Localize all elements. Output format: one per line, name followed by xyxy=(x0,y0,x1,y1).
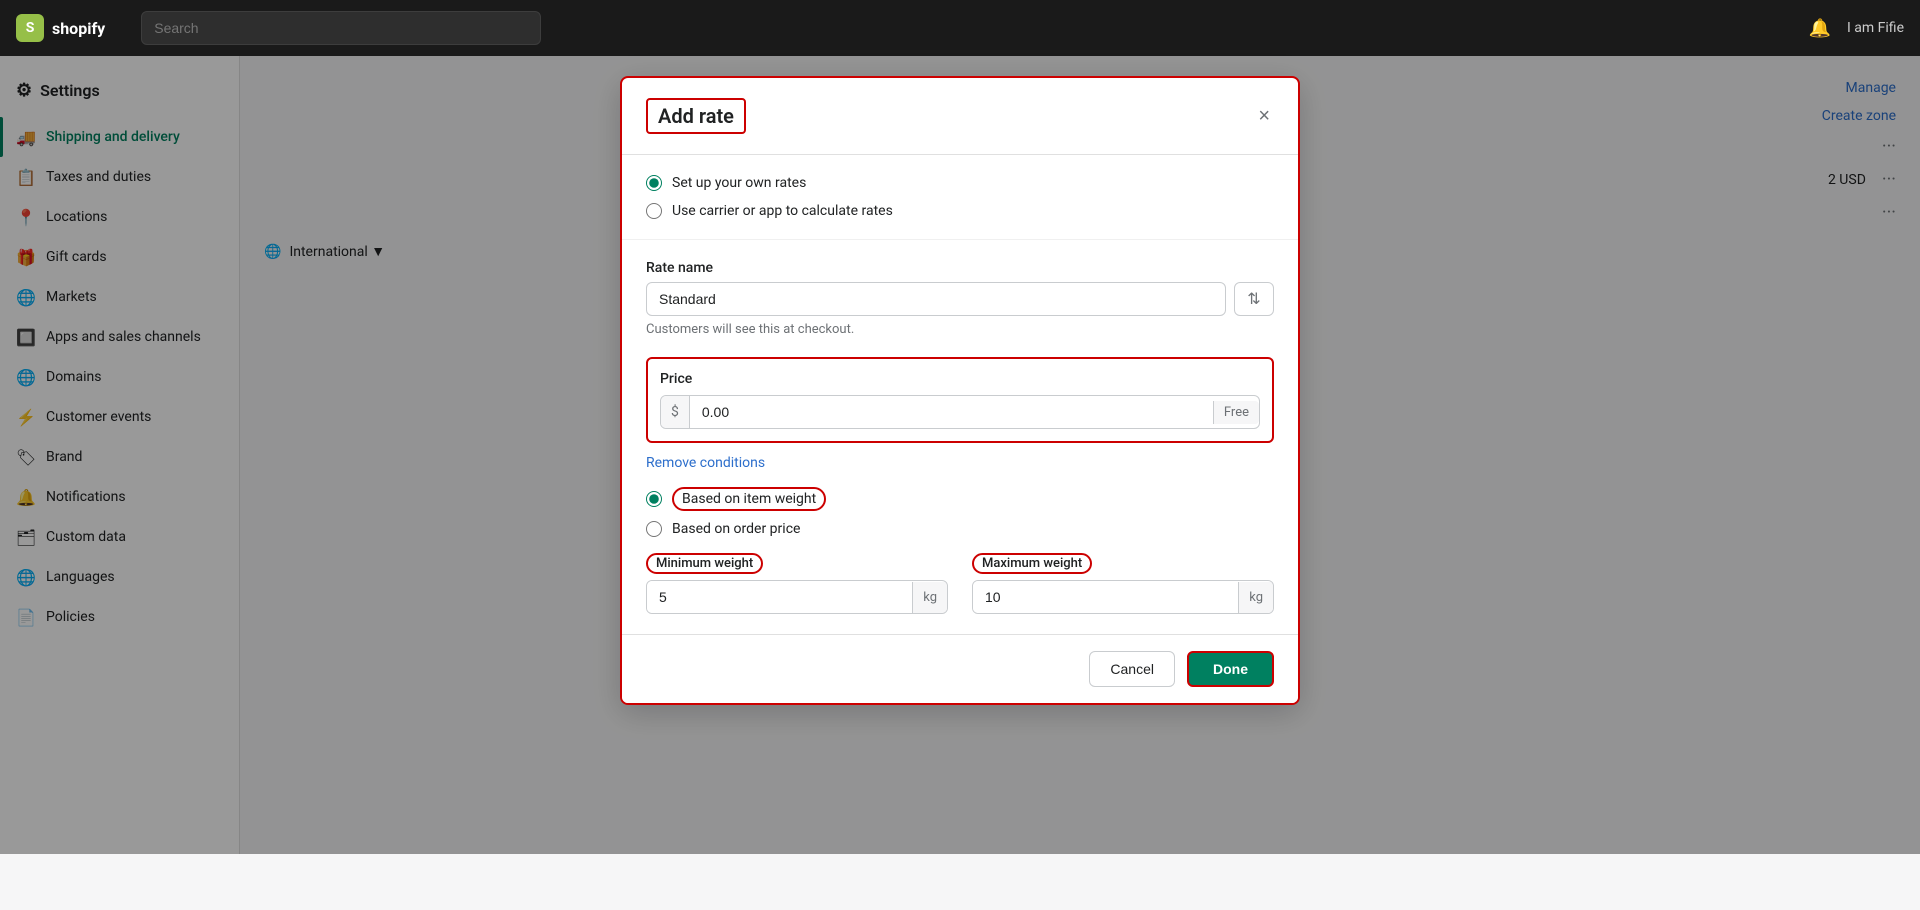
topnav-right: 🔔 I am Fifie xyxy=(1809,18,1904,39)
shopify-logo: S shopify xyxy=(16,14,105,42)
shopify-logo-icon: S xyxy=(16,14,44,42)
minimum-weight-field: Minimum weight kg xyxy=(646,553,948,614)
maximum-weight-field: Maximum weight kg xyxy=(972,553,1274,614)
modal-close-button[interactable]: × xyxy=(1254,102,1274,130)
free-badge: Free xyxy=(1213,401,1259,424)
own-rates-label: Set up your own rates xyxy=(672,175,806,191)
rate-name-input[interactable] xyxy=(646,282,1226,316)
notification-bell-icon[interactable]: 🔔 xyxy=(1809,18,1831,39)
rate-type-section: Set up your own rates Use carrier or app… xyxy=(622,155,1298,240)
maximum-weight-input-wrapper: kg xyxy=(972,580,1274,614)
order-price-label: Based on order price xyxy=(672,521,800,537)
carrier-rates-label: Use carrier or app to calculate rates xyxy=(672,203,893,219)
item-weight-label: Based on item weight xyxy=(672,487,826,511)
maximum-weight-unit: kg xyxy=(1238,582,1273,613)
weight-inputs-row: Minimum weight kg Maximum weight kg xyxy=(646,553,1274,614)
maximum-weight-input[interactable] xyxy=(973,581,1238,613)
cancel-button[interactable]: Cancel xyxy=(1089,651,1175,687)
price-box: Price $ Free xyxy=(646,357,1274,443)
modal-title: Add rate xyxy=(646,98,746,134)
rate-name-label: Rate name xyxy=(646,260,1274,276)
search-input[interactable] xyxy=(141,11,541,45)
item-weight-radio[interactable] xyxy=(646,491,662,507)
order-price-radio[interactable] xyxy=(646,521,662,537)
user-profile[interactable]: I am Fifie xyxy=(1847,20,1904,36)
rate-name-input-group: ⇅ xyxy=(646,282,1274,316)
own-rates-radio[interactable] xyxy=(646,175,662,191)
minimum-weight-input[interactable] xyxy=(647,581,912,613)
maximum-weight-label: Maximum weight xyxy=(972,553,1092,574)
currency-symbol: $ xyxy=(661,396,690,428)
own-rates-option[interactable]: Set up your own rates xyxy=(646,175,1274,191)
shopify-logo-text: shopify xyxy=(52,19,105,38)
top-navigation: S shopify 🔔 I am Fifie xyxy=(0,0,1920,56)
minimum-weight-input-wrapper: kg xyxy=(646,580,948,614)
price-input-wrapper: $ Free xyxy=(660,395,1260,429)
minimum-weight-unit: kg xyxy=(912,582,947,613)
modal-header: Add rate × xyxy=(622,78,1298,155)
order-price-option[interactable]: Based on order price xyxy=(646,521,1274,537)
search-container xyxy=(141,11,541,45)
carrier-rates-option[interactable]: Use carrier or app to calculate rates xyxy=(646,203,1274,219)
minimum-weight-label: Minimum weight xyxy=(646,553,763,574)
price-section: Price $ Free Remove conditions Based on … xyxy=(622,357,1298,634)
modal-footer: Cancel Done xyxy=(622,634,1298,703)
rate-name-adjust-button[interactable]: ⇅ xyxy=(1234,282,1274,316)
price-input[interactable] xyxy=(690,396,1213,428)
condition-type-radios: Based on item weight Based on order pric… xyxy=(646,487,1274,537)
remove-conditions-link[interactable]: Remove conditions xyxy=(646,455,765,471)
modal-overlay: Add rate × Set up your own rates Use car… xyxy=(0,56,1920,854)
price-label: Price xyxy=(660,371,1260,387)
item-weight-option[interactable]: Based on item weight xyxy=(646,487,1274,511)
rate-type-radio-group: Set up your own rates Use carrier or app… xyxy=(646,175,1274,219)
rate-name-section: Rate name ⇅ Customers will see this at c… xyxy=(622,240,1298,357)
rate-name-helper: Customers will see this at checkout. xyxy=(646,322,1274,337)
modal-body: Set up your own rates Use carrier or app… xyxy=(622,155,1298,634)
add-rate-modal: Add rate × Set up your own rates Use car… xyxy=(620,76,1300,705)
done-button[interactable]: Done xyxy=(1187,651,1274,687)
carrier-rates-radio[interactable] xyxy=(646,203,662,219)
